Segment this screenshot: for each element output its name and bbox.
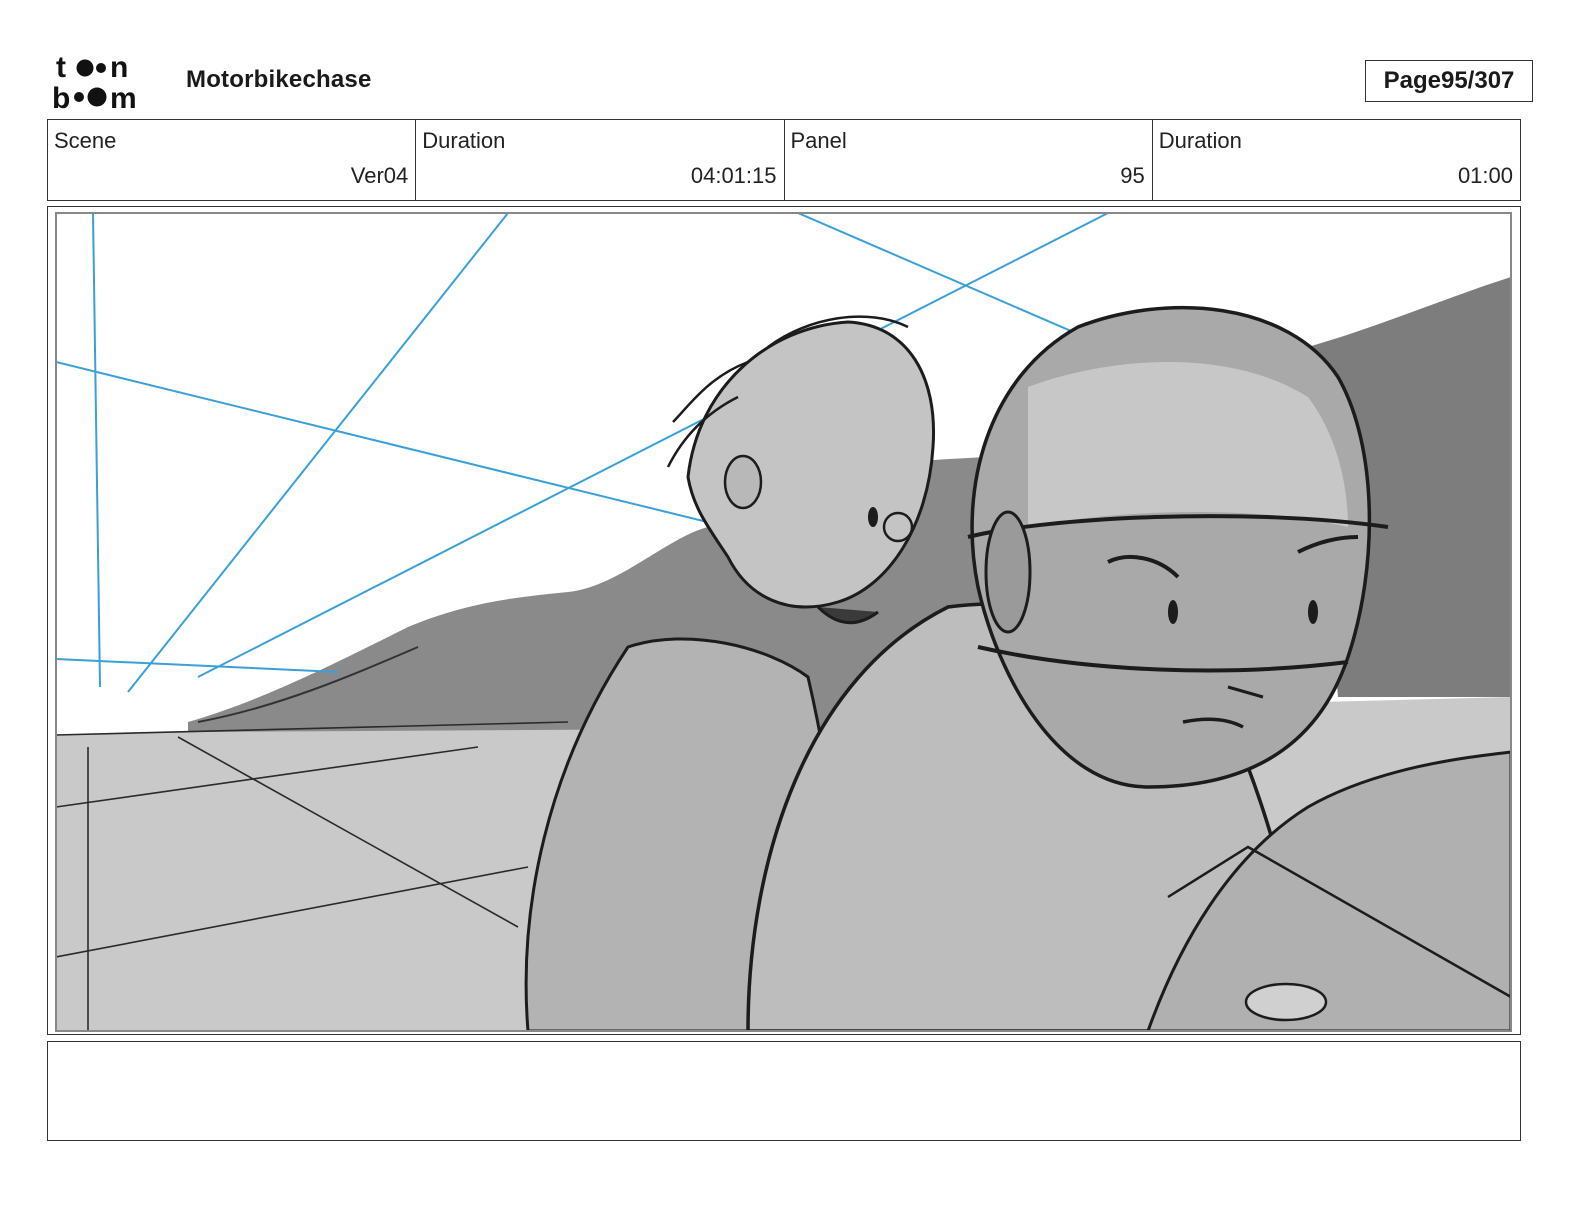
panel-duration-label: Duration [1158,128,1242,153]
scene-info-table: Scene Ver04 Duration 04:01:15 Panel 95 D… [47,119,1521,201]
scene-cell: Scene Ver04 [48,120,417,200]
panel-duration-value: 01:00 [1457,163,1513,188]
svg-text:b: b [52,82,70,112]
panel-value: 95 [1120,163,1145,188]
panel-duration-cell: Duration 01:00 [1153,120,1520,200]
page-number: 95/307 [1440,67,1515,94]
scene-value: Ver04 [350,163,409,188]
scene-label: Scene [54,128,117,153]
toon-boom-logo: t n b m [52,50,164,115]
storyboard-sketch-image [55,212,1512,1032]
panel-cell: Panel 95 [785,120,1153,200]
page-label: Page [1383,67,1441,94]
svg-text:m: m [110,82,137,112]
svg-text:t: t [56,51,66,84]
panel-notes-box [47,1041,1521,1141]
scene-duration-value: 04:01:15 [690,163,777,188]
svg-text:n: n [110,51,128,84]
project-title: Motorbikechase [186,66,372,93]
page-indicator: Page 95/307 [1365,60,1533,102]
panel-label: Panel [790,128,847,153]
scene-duration-label: Duration [422,128,506,153]
storyboard-panel [47,206,1521,1035]
scene-duration-cell: Duration 04:01:15 [416,120,785,200]
